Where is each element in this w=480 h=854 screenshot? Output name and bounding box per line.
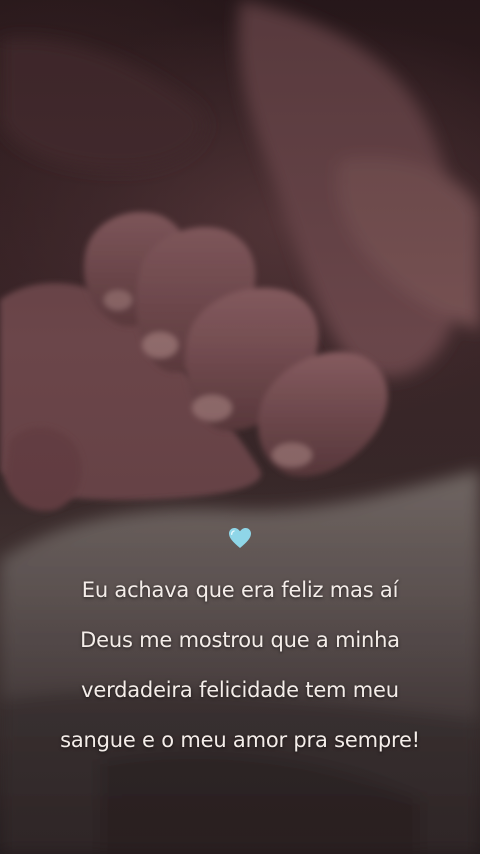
quote-line: Deus me mostrou que a minha bbox=[80, 628, 400, 652]
quote-line: sangue e o meu amor pra sempre! bbox=[60, 728, 420, 752]
quote-line: verdadeira felicidade tem meu bbox=[81, 678, 399, 702]
light-blue-heart-icon bbox=[229, 528, 251, 548]
quote-line: Eu achava que era feliz mas aí bbox=[81, 578, 399, 602]
quote-text: Eu achava que era feliz mas aí Deus me m… bbox=[20, 553, 460, 778]
photo-background: Eu achava que era feliz mas aí Deus me m… bbox=[0, 0, 480, 854]
quote-block: Eu achava que era feliz mas aí Deus me m… bbox=[0, 527, 480, 778]
